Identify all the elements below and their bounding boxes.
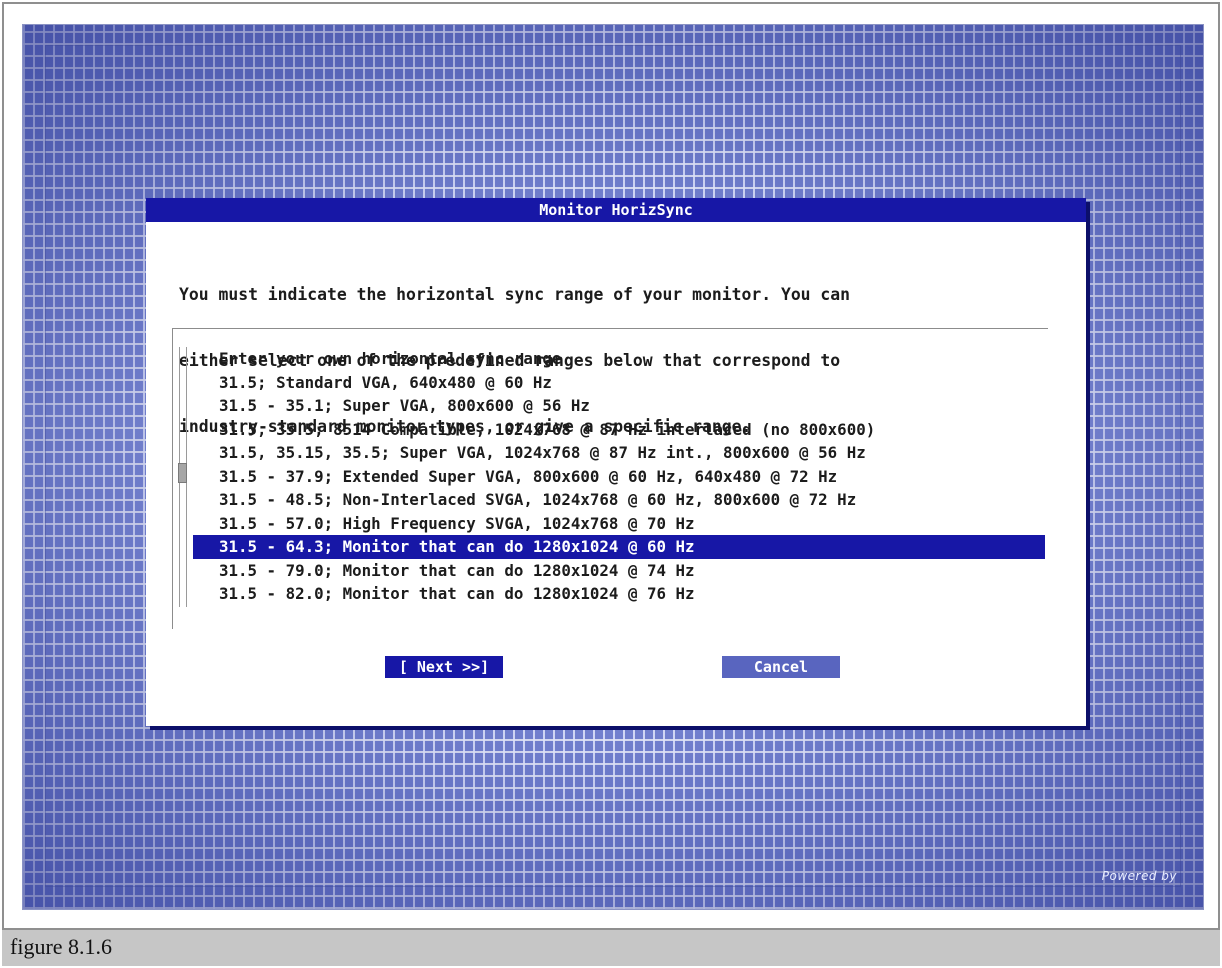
list-item-option-8[interactable]: 31.5 - 64.3; Monitor that can do 1280x10… (193, 535, 1045, 559)
list-item-option-2[interactable]: 31.5 - 35.1; Super VGA, 800x600 @ 56 Hz (193, 394, 1045, 418)
sync-range-list: Enter your own horizontal sync range 31.… (193, 347, 1045, 606)
powered-by-watermark: Powered by (1101, 869, 1177, 883)
dialog-title: Monitor HorizSync (146, 198, 1086, 222)
monitor-horizsync-dialog: Monitor HorizSync You must indicate the … (146, 198, 1086, 726)
list-scrollbar-thumb[interactable] (178, 463, 187, 483)
list-item-option-6[interactable]: 31.5 - 48.5; Non-Interlaced SVGA, 1024x7… (193, 488, 1045, 512)
sync-range-listbox[interactable]: Enter your own horizontal sync range 31.… (172, 328, 1048, 629)
cancel-button[interactable]: Cancel (722, 656, 840, 678)
list-item-option-9[interactable]: 31.5 - 79.0; Monitor that can do 1280x10… (193, 559, 1045, 583)
list-item-option-7[interactable]: 31.5 - 57.0; High Frequency SVGA, 1024x7… (193, 512, 1045, 536)
prompt-line: You must indicate the horizontal sync ra… (179, 285, 851, 304)
list-item-option-0[interactable]: Enter your own horizontal sync range (193, 347, 1045, 371)
list-item-option-4[interactable]: 31.5, 35.15, 35.5; Super VGA, 1024x768 @… (193, 441, 1045, 465)
installer-screen: Monitor HorizSync You must indicate the … (22, 24, 1204, 910)
list-item-option-10[interactable]: 31.5 - 82.0; Monitor that can do 1280x10… (193, 582, 1045, 606)
list-item-option-1[interactable]: 31.5; Standard VGA, 640x480 @ 60 Hz (193, 371, 1045, 395)
figure-caption: figure 8.1.6 (2, 928, 1220, 966)
next-button[interactable]: [ Next >>] (385, 656, 503, 678)
figure-frame: Monitor HorizSync You must indicate the … (2, 2, 1220, 966)
list-item-option-3[interactable]: 31.5, 35.5; 8514 Compatible, 1024x768 @ … (193, 418, 1045, 442)
dialog-body: You must indicate the horizontal sync ra… (146, 222, 1086, 726)
list-item-option-5[interactable]: 31.5 - 37.9; Extended Super VGA, 800x600… (193, 465, 1045, 489)
